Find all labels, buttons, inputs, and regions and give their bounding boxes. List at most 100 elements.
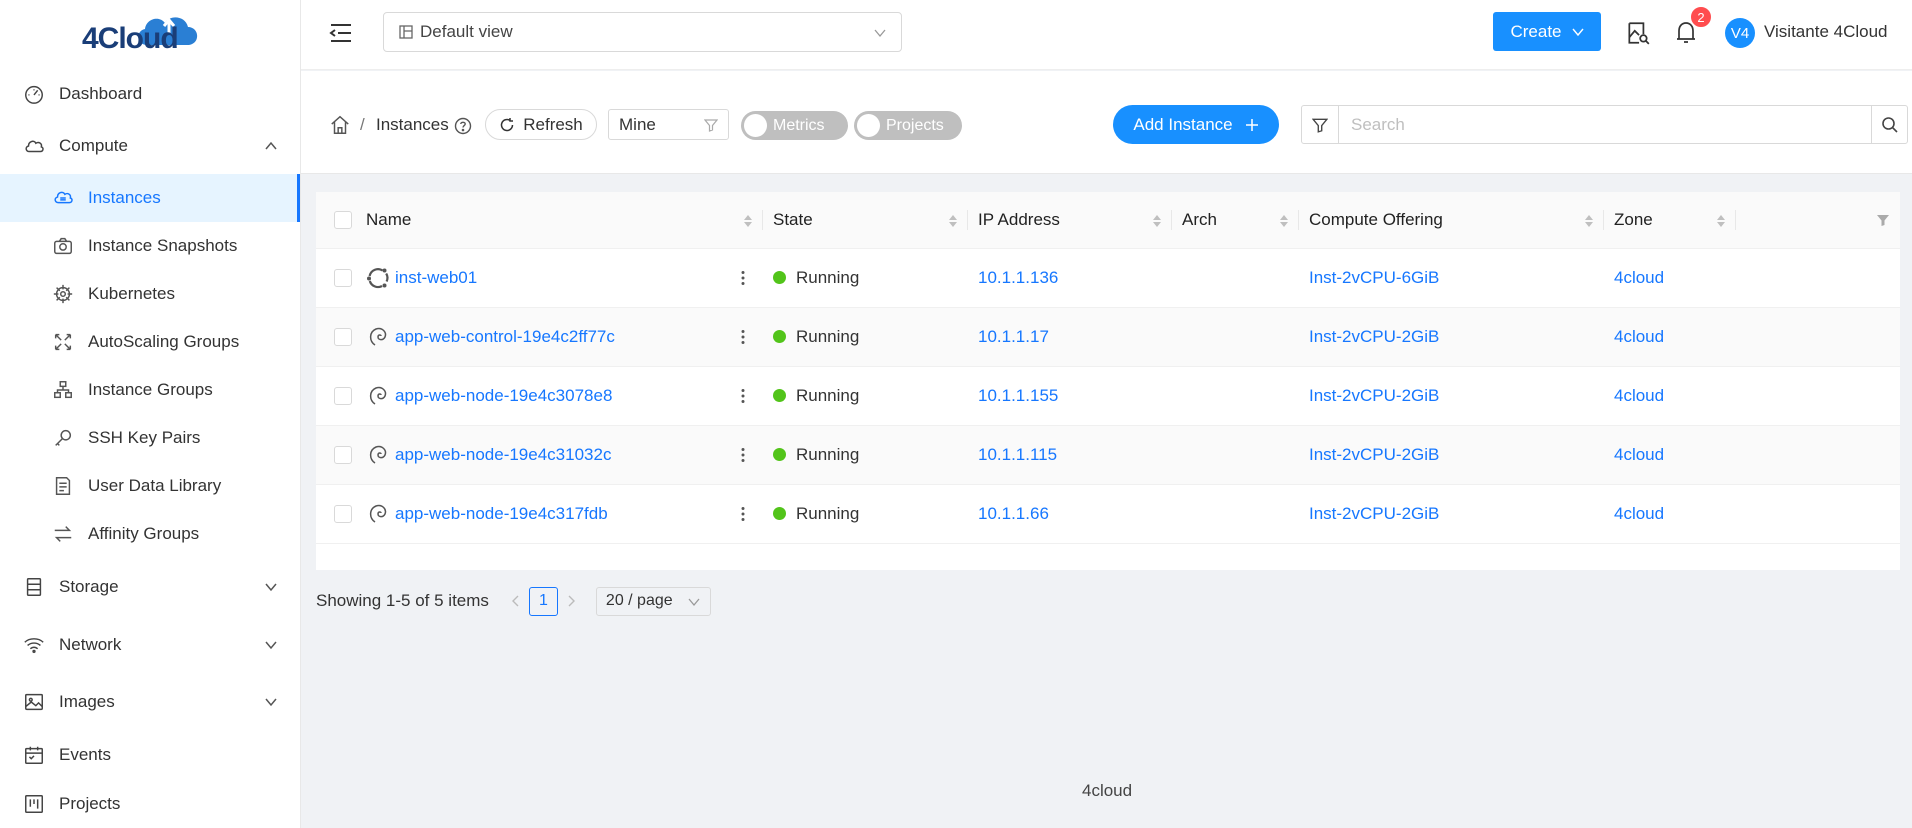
column-header-compute-offering[interactable]: Compute Offering [1299,192,1604,249]
sidebar-item-dashboard[interactable]: Dashboard [0,70,300,118]
row-checkbox[interactable] [334,327,352,346]
refresh-button[interactable]: Refresh [485,109,597,140]
sidebar-item-kubernetes[interactable]: Kubernetes [0,270,300,318]
compute-offering-cell: Inst-2vCPU-2GiB [1299,484,1604,544]
chevron-down-icon[interactable] [264,638,278,652]
compute-offering-link[interactable]: Inst-2vCPU-2GiB [1309,504,1439,523]
instance-name-link[interactable]: app-web-control-19e4c2ff77c [395,327,615,347]
toggle-knob [744,114,767,137]
search-input[interactable] [1339,106,1871,143]
sort-icon[interactable] [948,213,958,229]
compute-offering-link[interactable]: Inst-2vCPU-2GiB [1309,327,1439,346]
page-1-button[interactable]: 1 [528,586,558,616]
column-header-zone[interactable]: Zone [1604,192,1736,249]
row-checkbox[interactable] [334,445,352,464]
compute-offering-link[interactable]: Inst-2vCPU-2GiB [1309,445,1439,464]
sidebar-item-autoscaling-groups[interactable]: AutoScaling Groups [0,318,300,366]
chevron-right-icon[interactable] [564,594,578,608]
column-header-state[interactable]: State [763,192,968,249]
instance-name-link[interactable]: app-web-node-19e4c317fdb [395,504,608,524]
table-row[interactable]: app-web-node-19e4c31032c Running 10.1.1.11… [316,425,1900,485]
instance-name-link[interactable]: app-web-node-19e4c3078e8 [395,386,612,406]
chevron-down-icon[interactable] [264,580,278,594]
sidebar-item-user-data-library[interactable]: User Data Library [0,462,300,510]
row-end-cell [1736,307,1900,367]
more-vertical-icon[interactable] [736,328,763,346]
sort-icon[interactable] [1279,213,1289,229]
sidebar-item-network[interactable]: Network [0,616,300,674]
column-header-label: IP Address [978,209,1060,229]
ownership-filter-select[interactable]: Mine [608,109,729,140]
sort-icon[interactable] [1716,213,1726,229]
sidebar-item-instance-snapshots[interactable]: Instance Snapshots [0,222,300,270]
sidebar-item-instances[interactable]: Instances [0,174,300,222]
ip-address-link[interactable]: 10.1.1.136 [978,268,1058,287]
sidebar-item-images[interactable]: Images [0,674,300,730]
actions-cell [726,307,763,367]
view-select[interactable]: Default view [383,12,902,52]
more-vertical-icon[interactable] [736,446,763,464]
column-filter-icon[interactable] [1876,213,1890,227]
select-all-checkbox[interactable] [334,210,352,229]
chevron-up-icon[interactable] [264,139,278,153]
compute-offering-link[interactable]: Inst-2vCPU-6GiB [1309,268,1439,287]
add-instance-button[interactable]: Add Instance [1113,105,1279,144]
question-icon[interactable] [454,117,472,135]
chevron-down-icon[interactable] [264,695,278,709]
ip-address-link[interactable]: 10.1.1.66 [978,504,1049,523]
more-vertical-icon[interactable] [736,387,763,405]
search-icon [1881,116,1898,133]
create-button[interactable]: Create [1493,12,1601,51]
table-row[interactable]: inst-web01 Running 10.1.1.136 Inst-2vCPU-6G… [316,248,1900,308]
sidebar-item-affinity-groups[interactable]: Affinity Groups [0,510,300,558]
table-row[interactable]: app-web-node-19e4c317fdb Running 10.1.1.66… [316,484,1900,544]
more-vertical-icon[interactable] [736,505,763,523]
table-row[interactable]: app-web-node-19e4c3078e8 Running 10.1.1.15… [316,366,1900,426]
instance-name-link[interactable]: inst-web01 [395,268,477,288]
metrics-toggle-label: Metrics [773,116,825,134]
column-header-name[interactable]: Name [356,192,763,249]
sidebar-item-instance-groups[interactable]: Instance Groups [0,366,300,414]
search-button[interactable] [1871,106,1907,143]
compute-offering-link[interactable]: Inst-2vCPU-2GiB [1309,386,1439,405]
zone-link[interactable]: 4cloud [1614,445,1664,464]
table-row[interactable]: app-web-control-19e4c2ff77c Running 10.1.1… [316,307,1900,367]
zone-link[interactable]: 4cloud [1614,504,1664,523]
sort-icon[interactable] [1584,213,1594,229]
zone-link[interactable]: 4cloud [1614,268,1664,287]
avatar[interactable]: V4 [1725,18,1755,48]
home-icon[interactable] [329,114,351,136]
ip-address-link[interactable]: 10.1.1.115 [978,445,1057,464]
instance-name-link[interactable]: app-web-node-19e4c31032c [395,445,611,465]
sidebar-item-compute[interactable]: Compute [0,118,300,174]
column-header-ip-address[interactable]: IP Address [968,192,1172,249]
page-size-select[interactable]: 20 / page [595,586,711,616]
search-filter-button[interactable] [1302,106,1339,143]
arch-cell [1172,425,1299,485]
sidebar-item-storage[interactable]: Storage [0,558,300,616]
sidebar-item-projects[interactable]: Projects [0,780,300,828]
sidebar-item-ssh-key-pairs[interactable]: SSH Key Pairs [0,414,300,462]
wifi-icon [23,634,45,656]
sort-icon[interactable] [743,213,753,229]
metrics-toggle[interactable]: Metrics [741,111,848,140]
user-name[interactable]: Visitante 4Cloud [1764,22,1888,42]
zone-link[interactable]: 4cloud [1614,327,1664,346]
row-checkbox[interactable] [334,268,352,287]
projects-toggle[interactable]: Projects [854,111,962,140]
ip-address-link[interactable]: 10.1.1.17 [978,327,1049,346]
ip-address-link[interactable]: 10.1.1.155 [978,386,1058,405]
menu-fold-icon[interactable] [329,22,355,46]
row-checkbox[interactable] [334,386,352,405]
actions-cell [726,484,763,544]
more-vertical-icon[interactable] [736,269,763,287]
chevron-left-icon[interactable] [509,594,523,608]
sidebar-item-label: Projects [59,794,121,813]
logo[interactable]: 4Cloud [0,0,300,70]
column-header-arch[interactable]: Arch [1172,192,1299,249]
image-search-icon[interactable] [1625,20,1651,46]
zone-link[interactable]: 4cloud [1614,386,1664,405]
sort-icon[interactable] [1152,213,1162,229]
row-checkbox[interactable] [334,504,352,523]
sidebar-item-events[interactable]: Events [0,730,300,780]
